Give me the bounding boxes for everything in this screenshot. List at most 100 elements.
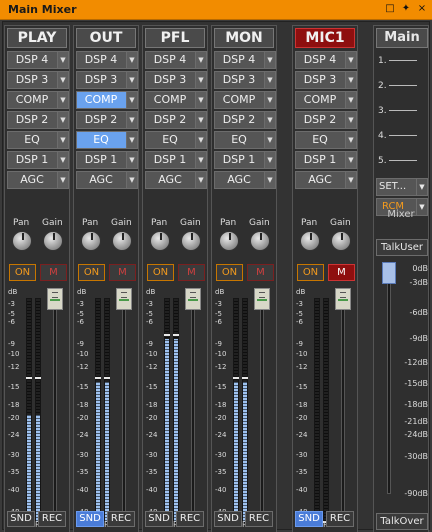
insert-dropdown[interactable]: DSP 2 ▼ (295, 111, 357, 129)
channel-name[interactable]: PLAY (7, 28, 67, 48)
insert-dropdown[interactable]: EQ ▼ (214, 131, 276, 149)
insert-dropdown[interactable]: COMP ▼ (145, 91, 207, 109)
pan-knob[interactable] (12, 231, 32, 251)
mute-toggle[interactable]: M (40, 264, 67, 281)
gain-knob[interactable] (43, 231, 63, 251)
insert-dropdown[interactable]: AGC ▼ (295, 171, 357, 189)
insert-dropdown[interactable]: DSP 2 ▼ (7, 111, 69, 129)
insert-dropdown[interactable]: EQ ▼ (7, 131, 69, 149)
rec-button[interactable]: REC (326, 511, 354, 527)
insert-dropdown[interactable]: DSP 3 ▼ (145, 71, 207, 89)
mute-toggle[interactable]: M (178, 264, 205, 281)
fader-track[interactable] (260, 296, 264, 524)
insert-dropdown[interactable]: DSP 3 ▼ (76, 71, 138, 89)
chevron-down-icon: ▼ (126, 52, 137, 68)
mute-toggle[interactable]: M (247, 264, 274, 281)
channel-name[interactable]: OUT (76, 28, 136, 48)
insert-dropdown[interactable]: DSP 4 ▼ (295, 51, 357, 69)
insert-dropdown[interactable]: DSP 3 ▼ (214, 71, 276, 89)
insert-dropdown[interactable]: DSP 1 ▼ (214, 151, 276, 169)
meter-area: dB-3-5-6-9-10-12-15-18-20-24-30-35-40-48… (296, 288, 356, 532)
insert-dropdown[interactable]: DSP 1 ▼ (145, 151, 207, 169)
insert-dropdown[interactable]: EQ ▼ (76, 131, 138, 149)
snd-button[interactable]: SND (76, 511, 104, 527)
insert-dropdown[interactable]: DSP 3 ▼ (7, 71, 69, 89)
fader-handle[interactable] (335, 288, 351, 310)
snd-button[interactable]: SND (295, 511, 323, 527)
pan-knob[interactable] (219, 231, 239, 251)
on-toggle[interactable]: ON (78, 264, 105, 281)
close-icon[interactable]: × (416, 2, 428, 16)
rec-button[interactable]: REC (107, 511, 135, 527)
db-tick-label: -3 (77, 300, 84, 308)
insert-dropdown[interactable]: AGC ▼ (145, 171, 207, 189)
main-db-tick-label: -18dB (404, 400, 428, 409)
pin-icon[interactable]: ✦ (400, 2, 412, 16)
snd-button[interactable]: SND (214, 511, 242, 527)
fader-handle[interactable] (254, 288, 270, 310)
gain-knob[interactable] (331, 231, 351, 251)
insert-dropdown[interactable]: COMP ▼ (76, 91, 138, 109)
set-dropdown[interactable]: SET... ▼ (376, 178, 428, 196)
main-fader-track[interactable] (387, 264, 391, 494)
rec-button[interactable]: REC (38, 511, 66, 527)
insert-dropdown[interactable]: DSP 4 ▼ (214, 51, 276, 69)
insert-dropdown[interactable]: DSP 2 ▼ (214, 111, 276, 129)
insert-dropdown[interactable]: AGC ▼ (76, 171, 138, 189)
insert-dropdown[interactable]: DSP 2 ▼ (76, 111, 138, 129)
rec-button[interactable]: REC (245, 511, 273, 527)
restore-icon[interactable]: □ (384, 2, 396, 16)
talkover-button[interactable]: TalkOver (376, 513, 428, 530)
fader-track[interactable] (341, 296, 345, 524)
main-slot-5[interactable]: 5. (378, 156, 417, 166)
insert-dropdown[interactable]: EQ ▼ (145, 131, 207, 149)
db-tick-label: -18 (215, 401, 227, 409)
fader-handle[interactable] (116, 288, 132, 310)
main-slot-1[interactable]: 1. (378, 56, 417, 66)
insert-dropdown[interactable]: DSP 1 ▼ (7, 151, 69, 169)
on-toggle[interactable]: ON (297, 264, 324, 281)
snd-button[interactable]: SND (7, 511, 35, 527)
pan-knob[interactable] (300, 231, 320, 251)
pan-label: Pan (13, 218, 30, 228)
fader-track[interactable] (122, 296, 126, 524)
gain-knob[interactable] (250, 231, 270, 251)
insert-dropdown[interactable]: AGC ▼ (214, 171, 276, 189)
mute-toggle[interactable]: M (109, 264, 136, 281)
channel-name[interactable]: PFL (145, 28, 205, 48)
insert-dropdown[interactable]: DSP 2 ▼ (145, 111, 207, 129)
on-toggle[interactable]: ON (147, 264, 174, 281)
insert-dropdown[interactable]: DSP 4 ▼ (145, 51, 207, 69)
gain-knob[interactable] (112, 231, 132, 251)
insert-dropdown[interactable]: DSP 1 ▼ (76, 151, 138, 169)
talkuser-button[interactable]: TalkUser (376, 239, 428, 256)
insert-dropdown[interactable]: EQ ▼ (295, 131, 357, 149)
gain-knob[interactable] (181, 231, 201, 251)
fader-handle[interactable] (47, 288, 63, 310)
channel-name[interactable]: MON (214, 28, 274, 48)
mute-toggle[interactable]: M (328, 264, 355, 281)
chevron-down-icon: ▼ (345, 132, 356, 148)
fader-track[interactable] (191, 296, 195, 524)
main-slot-2[interactable]: 2. (378, 81, 417, 91)
channel-name[interactable]: MIC1 (295, 28, 355, 48)
on-toggle[interactable]: ON (216, 264, 243, 281)
insert-dropdown[interactable]: DSP 4 ▼ (76, 51, 138, 69)
insert-dropdown[interactable]: COMP ▼ (214, 91, 276, 109)
fader-track[interactable] (53, 296, 57, 524)
insert-dropdown[interactable]: DSP 3 ▼ (295, 71, 357, 89)
main-slot-3[interactable]: 3. (378, 106, 417, 116)
insert-dropdown[interactable]: DSP 1 ▼ (295, 151, 357, 169)
fader-handle[interactable] (185, 288, 201, 310)
main-slot-4[interactable]: 4. (378, 131, 417, 141)
pan-knob[interactable] (81, 231, 101, 251)
insert-dropdown[interactable]: COMP ▼ (7, 91, 69, 109)
pan-knob[interactable] (150, 231, 170, 251)
snd-button[interactable]: SND (145, 511, 173, 527)
on-toggle[interactable]: ON (9, 264, 36, 281)
rec-button[interactable]: REC (176, 511, 204, 527)
insert-dropdown[interactable]: DSP 4 ▼ (7, 51, 69, 69)
insert-dropdown[interactable]: COMP ▼ (295, 91, 357, 109)
gain-label: Gain (330, 218, 351, 228)
insert-dropdown[interactable]: AGC ▼ (7, 171, 69, 189)
